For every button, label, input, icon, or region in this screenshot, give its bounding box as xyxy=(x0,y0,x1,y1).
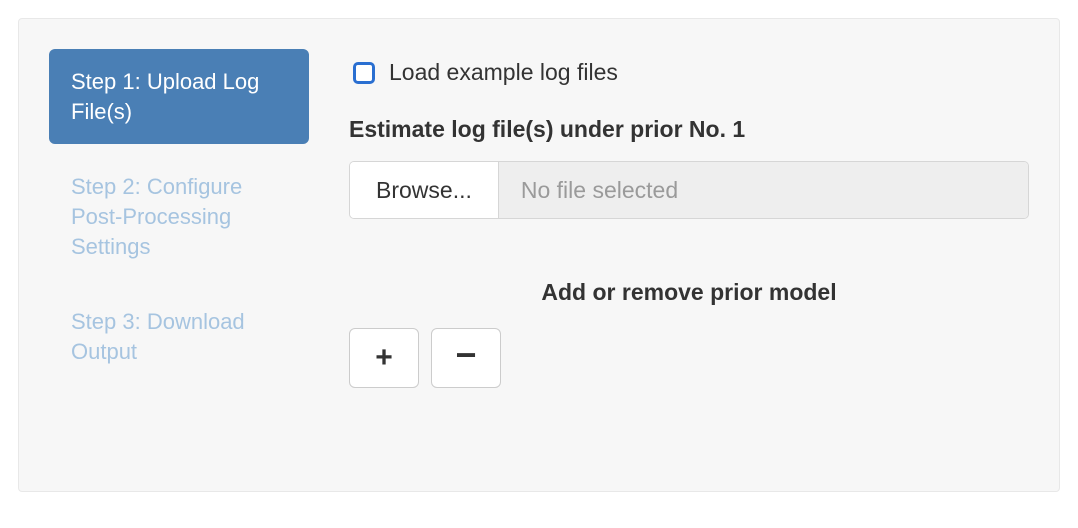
file-status-text: No file selected xyxy=(499,162,1028,218)
file-section-heading: Estimate log file(s) under prior No. 1 xyxy=(349,116,1029,143)
wizard-panel: Step 1: Upload Log File(s) Step 2: Confi… xyxy=(18,18,1060,492)
file-input: Browse... No file selected xyxy=(349,161,1029,219)
minus-icon: − xyxy=(455,346,476,364)
plus-icon: + xyxy=(375,341,393,375)
sidebar-item-step1[interactable]: Step 1: Upload Log File(s) xyxy=(49,49,309,144)
load-example-checkbox[interactable] xyxy=(353,62,375,84)
sidebar-item-label: Step 3: Download Output xyxy=(71,309,245,364)
model-button-row: + − xyxy=(349,328,1029,388)
load-example-label[interactable]: Load example log files xyxy=(389,59,618,86)
remove-model-button[interactable]: − xyxy=(431,328,501,388)
wizard-sidebar: Step 1: Upload Log File(s) Step 2: Confi… xyxy=(49,49,309,461)
sidebar-item-label: Step 2: Configure Post-Processing Settin… xyxy=(71,174,242,258)
sidebar-item-label: Step 1: Upload Log File(s) xyxy=(71,69,259,124)
browse-button[interactable]: Browse... xyxy=(350,162,499,218)
wizard-main: Load example log files Estimate log file… xyxy=(349,49,1029,461)
model-section-heading: Add or remove prior model xyxy=(349,279,1029,306)
add-model-button[interactable]: + xyxy=(349,328,419,388)
load-example-row: Load example log files xyxy=(353,59,1029,86)
sidebar-item-step3[interactable]: Step 3: Download Output xyxy=(49,289,309,384)
sidebar-item-step2[interactable]: Step 2: Configure Post-Processing Settin… xyxy=(49,154,309,279)
